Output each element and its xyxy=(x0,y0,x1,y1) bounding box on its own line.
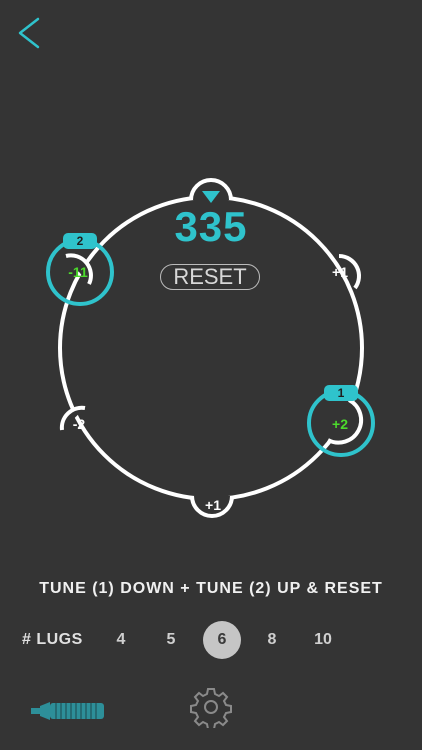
lug-value-upper-left[interactable]: -11 xyxy=(58,264,98,280)
lug-value-upper-right[interactable]: +1 xyxy=(320,264,360,280)
gear-icon[interactable] xyxy=(190,686,232,728)
lugs-label: # LUGS xyxy=(22,631,83,648)
lug-value-lower-right[interactable]: +2 xyxy=(320,416,360,432)
drum-key-icon[interactable] xyxy=(30,698,108,724)
lug-badge-1: 1 xyxy=(324,385,358,401)
lug-badge-2: 2 xyxy=(63,233,97,249)
lug-option-8[interactable]: 8 xyxy=(253,621,291,659)
back-chevron-icon[interactable] xyxy=(14,16,46,50)
lug-option-5[interactable]: 5 xyxy=(152,621,190,659)
lug-option-6[interactable]: 6 xyxy=(203,621,241,659)
lug-option-10[interactable]: 10 xyxy=(304,621,342,659)
reset-button[interactable]: RESET xyxy=(160,264,260,290)
lug-option-4[interactable]: 4 xyxy=(102,621,140,659)
tuning-instruction: TUNE (1) DOWN + TUNE (2) UP & RESET xyxy=(39,580,383,597)
lug-value-bottom[interactable]: +1 xyxy=(193,497,233,513)
lug-value-lower-left[interactable]: -2 xyxy=(59,416,99,432)
